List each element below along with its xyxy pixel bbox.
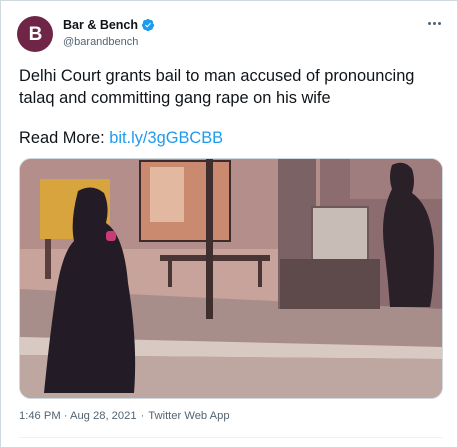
- meta-separator: ·: [140, 410, 145, 422]
- photo-billboard-figure: [150, 167, 184, 222]
- photo-bench-seat: [160, 255, 270, 261]
- more-horizontal-icon[interactable]: [422, 14, 446, 32]
- tweet-card: B Bar & Bench @barandbench Delhi Court g…: [0, 0, 458, 448]
- divider: [19, 437, 443, 438]
- tweet-source[interactable]: Twitter Web App: [148, 410, 229, 422]
- more-dot: [427, 21, 431, 25]
- author-handle[interactable]: @barandbench: [63, 36, 138, 48]
- street-photo: [20, 159, 442, 398]
- photo-pink-bag: [106, 231, 116, 241]
- more-dot: [432, 21, 436, 25]
- tweet-link[interactable]: bit.ly/3gGBCBB: [109, 129, 223, 147]
- read-more-line: Read More: bit.ly/3gGBCBB: [19, 127, 223, 149]
- read-more-label: Read More:: [19, 129, 105, 147]
- avatar[interactable]: B: [17, 16, 53, 52]
- photo-stall-leg: [45, 239, 51, 279]
- photo-bench-leg: [168, 261, 172, 287]
- photo-box-base: [280, 259, 380, 309]
- photo-bench-leg: [258, 261, 262, 287]
- verified-badge-icon: [141, 18, 155, 32]
- tweet-image[interactable]: [19, 158, 443, 399]
- author-name-row: Bar & Bench: [63, 18, 155, 32]
- tweet-meta: 1:46 PM · Aug 28, 2021 · Twitter Web App: [19, 410, 230, 422]
- author-display-name[interactable]: Bar & Bench: [63, 18, 138, 32]
- tweet-timestamp[interactable]: 1:46 PM · Aug 28, 2021: [19, 410, 137, 422]
- tweet-text: Delhi Court grants bail to man accused o…: [19, 67, 415, 107]
- avatar-logo-letter: B: [28, 23, 43, 45]
- more-dot: [437, 21, 441, 25]
- photo-pole: [206, 159, 213, 319]
